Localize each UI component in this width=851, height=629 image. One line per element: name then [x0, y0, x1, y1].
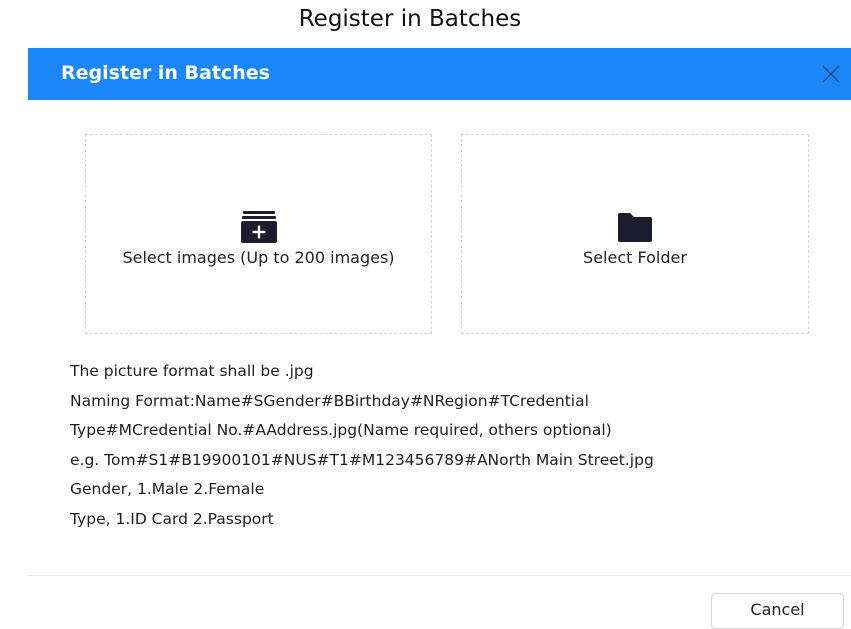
folder-icon	[618, 213, 652, 242]
instruction-line: Type, 1.ID Card 2.Passport	[70, 509, 274, 528]
close-button[interactable]	[819, 62, 843, 86]
dialog-header: Register in Batches	[28, 48, 851, 100]
close-icon	[822, 65, 840, 83]
select-folder-label: Select Folder	[583, 248, 687, 267]
add-image-stack-icon	[240, 211, 277, 243]
register-batches-dialog: Register in Batches Select images (Up to…	[28, 48, 851, 629]
instruction-line: e.g. Tom#S1#B19900101#NUS#T1#M123456789#…	[70, 450, 654, 469]
footer-divider	[28, 575, 851, 576]
page-caption: Register in Batches	[298, 6, 522, 32]
instruction-line: Type#MCredential No.#AAddress.jpg(Name r…	[70, 421, 612, 439]
select-images-zone[interactable]: Select images (Up to 200 images)	[85, 134, 432, 334]
select-images-label: Select images (Up to 200 images)	[122, 248, 395, 267]
cancel-button[interactable]: Cancel	[711, 593, 844, 629]
naming-instructions: The picture format shall be .jpg Naming …	[70, 357, 830, 534]
dialog-title: Register in Batches	[61, 62, 270, 84]
select-folder-zone[interactable]: Select Folder	[461, 134, 809, 334]
instruction-line: The picture format shall be .jpg	[70, 362, 314, 380]
instruction-line: Gender, 1.Male 2.Female	[70, 480, 265, 498]
instruction-line: Naming Format:Name#SGender#BBirthday#NRe…	[70, 391, 589, 410]
